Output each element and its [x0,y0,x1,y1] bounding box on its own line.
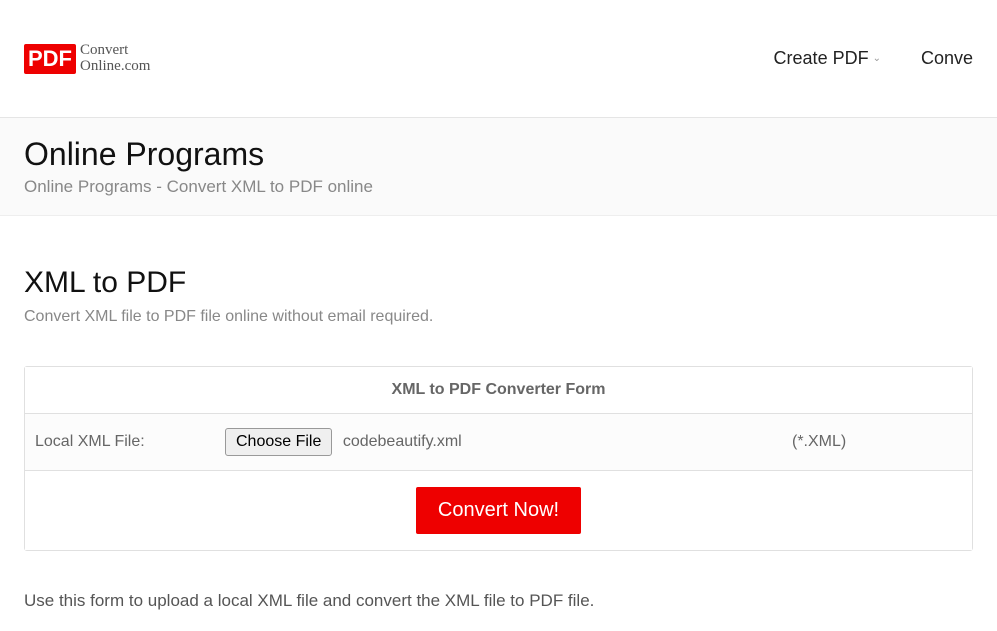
title-section: Online Programs Online Programs - Conver… [0,118,997,216]
logo-text: Convert Online.com [80,43,150,75]
logo-badge: PDF [24,44,76,74]
converter-form: XML to PDF Converter Form Local XML File… [24,366,973,551]
footer-instruction: Use this form to upload a local XML file… [24,591,973,611]
section-title: XML to PDF [24,266,973,300]
convert-button[interactable]: Convert Now! [416,487,581,534]
form-label: Local XML File: [25,414,215,471]
logo-line1: Convert [80,43,150,59]
chevron-down-icon: ⌄ [873,53,881,64]
nav-convert[interactable]: Conve [921,48,973,69]
form-header: XML to PDF Converter Form [25,367,972,414]
page-subtitle: Online Programs - Convert XML to PDF onl… [24,177,973,197]
nav-create-pdf[interactable]: Create PDF ⌄ [774,48,881,69]
choose-file-button[interactable]: Choose File [225,428,332,456]
section-desc: Convert XML file to PDF file online with… [24,308,973,326]
page-title: Online Programs [24,136,973,173]
site-logo[interactable]: PDF Convert Online.com [24,43,150,75]
main-nav: Create PDF ⌄ Conve [774,48,973,69]
submit-row: Convert Now! [25,471,972,550]
nav-convert-label: Conve [921,48,973,69]
selected-filename: codebeautify.xml [343,433,462,450]
logo-line2: Online.com [80,59,150,75]
file-extension-hint: (*.XML) [782,414,972,471]
nav-create-pdf-label: Create PDF [774,48,869,69]
file-input-cell: Choose File codebeautify.xml [215,414,782,471]
